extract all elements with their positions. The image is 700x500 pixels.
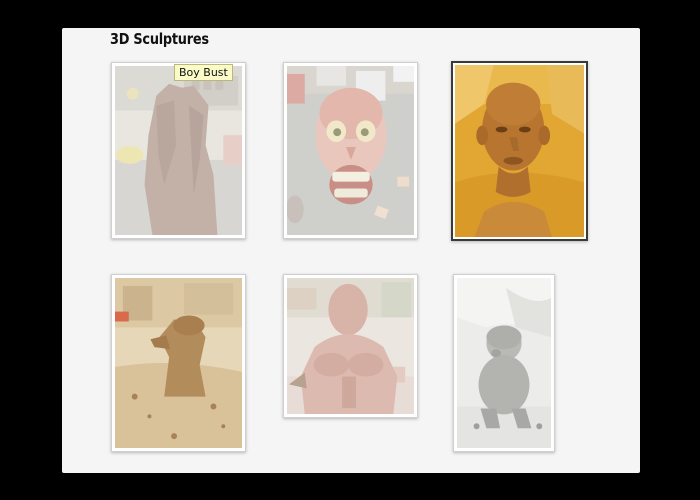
sculpture-image-seated-child: [457, 278, 551, 448]
sculpture-thumbnail-crouching-figure[interactable]: [111, 274, 246, 452]
sculpture-thumbnail-screaming-face[interactable]: [283, 62, 418, 239]
sculpture-thumbnail-tall-figure[interactable]: [111, 62, 246, 239]
sculpture-thumbnail-muscular-torso[interactable]: [283, 274, 418, 418]
gallery-title: 3D Sculptures: [110, 30, 209, 48]
gallery-panel: 3D Sculptures Boy Bust: [62, 28, 640, 473]
sculpture-thumbnail-boy-bust[interactable]: [451, 61, 588, 241]
sculpture-image-crouching-figure: [115, 278, 242, 448]
thumbnail-tooltip: Boy Bust: [174, 64, 233, 81]
sculpture-image-tall-figure: [115, 66, 242, 235]
sculpture-image-screaming-face: [287, 66, 414, 235]
sculpture-image-boy-bust: [455, 65, 584, 237]
sculpture-image-muscular-torso: [287, 278, 414, 414]
sculpture-thumbnail-seated-child[interactable]: [453, 274, 555, 452]
